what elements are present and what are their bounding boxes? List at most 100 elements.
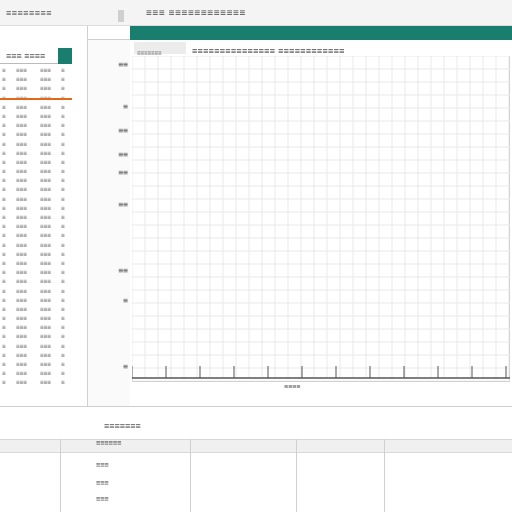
table-cell: ≡ — [2, 223, 6, 231]
table-row[interactable]: ≡≡≡≡≡≡≡≡ — [0, 176, 72, 185]
table-cell: ≡ — [2, 315, 6, 323]
table-cell: ≡ — [61, 149, 65, 157]
table-cell: ≡≡≡ — [40, 158, 51, 166]
table-cell: ≡ — [61, 351, 65, 359]
table-cell: ≡ — [61, 333, 65, 341]
table-tab-marker[interactable] — [58, 48, 72, 64]
chart-plot-area[interactable] — [132, 56, 510, 382]
table-cell: ≡≡≡ — [16, 177, 27, 185]
chart-selector[interactable]: ≡≡≡≡≡≡≡ — [134, 42, 186, 57]
table-row[interactable]: ≡≡≡≡≡≡≡≡ — [0, 185, 72, 194]
table-row[interactable]: ≡≡≡≡≡≡≡≡ — [0, 369, 72, 378]
table-row[interactable]: ≡≡≡≡≡≡≡≡ — [0, 158, 72, 167]
table-cell: ≡ — [2, 305, 6, 313]
table-cell: ≡ — [2, 259, 6, 267]
table-cell: ≡≡≡ — [40, 131, 51, 139]
table-cell: ≡≡≡ — [16, 140, 27, 148]
table-row[interactable]: ≡≡≡≡≡≡≡≡ — [0, 130, 72, 139]
table-row[interactable]: ≡≡≡≡≡≡≡≡ — [0, 342, 72, 351]
table-cell: ≡ — [61, 278, 65, 286]
details-panel: ≡≡≡≡≡≡≡ ≡≡≡≡≡≡ ≡≡≡ ≡≡≡ ≡≡≡ — [0, 406, 512, 512]
table-cell: ≡≡≡ — [16, 370, 27, 378]
table-row[interactable]: ≡≡≡≡≡≡≡≡ — [0, 84, 72, 93]
table-row[interactable]: ≡≡≡≡≡≡≡≡ — [0, 332, 72, 341]
x-axis-label: ≡≡≡≡ — [284, 384, 301, 391]
details-cell[interactable]: ≡≡≡ — [96, 495, 109, 503]
table-cell: ≡≡≡ — [16, 296, 27, 304]
table-row[interactable]: ≡≡≡≡≡≡≡≡ — [0, 103, 72, 112]
table-row[interactable]: ≡≡≡≡≡≡≡≡ — [0, 277, 72, 286]
table-cell: ≡≡≡ — [16, 259, 27, 267]
table-row[interactable]: ≡≡≡≡≡≡≡≡ — [0, 149, 72, 158]
details-cell[interactable]: ≡≡≡≡≡≡ — [96, 439, 121, 447]
table-cell: ≡≡≡ — [40, 361, 51, 368]
table-cell: ≡≡≡ — [40, 351, 51, 359]
table-cell: ≡ — [61, 140, 65, 148]
table-row[interactable]: ≡≡≡≡≡≡≡≡ — [0, 323, 72, 332]
table-row[interactable]: ≡≡≡≡≡≡≡≡ — [0, 75, 72, 84]
table-cell: ≡≡≡ — [16, 269, 27, 277]
table-row[interactable]: ≡≡≡≡≡≡≡≡ — [0, 259, 72, 268]
table-cell: ≡≡≡ — [16, 223, 27, 231]
selected-row-indicator — [0, 98, 72, 100]
table-cell: ≡ — [2, 351, 6, 359]
table-row[interactable]: ≡≡≡≡≡≡≡≡ — [0, 140, 72, 149]
table-cell: ≡≡≡ — [16, 333, 27, 341]
details-col-sep — [296, 439, 297, 512]
table-row[interactable]: ≡≡≡≡≡≡≡≡ — [0, 268, 72, 277]
table-row[interactable]: ≡≡≡≡≡≡≡≡ — [0, 213, 72, 222]
table-cell: ≡≡≡ — [40, 296, 51, 304]
table-cell: ≡ — [61, 269, 65, 277]
table-cell: ≡ — [2, 342, 6, 350]
table-cell: ≡≡≡ — [16, 287, 27, 295]
table-cell: ≡ — [61, 158, 65, 166]
table-row[interactable]: ≡≡≡≡≡≡≡≡ — [0, 121, 72, 130]
table-cell: ≡≡≡ — [16, 204, 27, 212]
table-cell: ≡≡≡ — [16, 122, 27, 130]
table-cell: ≡ — [61, 342, 65, 350]
y-tick-label: ≡ — [123, 296, 128, 305]
table-body: ≡ ≡≡≡ ≡≡≡ ≡ ≡ ≡≡≡ ≡≡≡ ≡ ≡ ≡≡≡ ≡≡≡ ≡ ≡ ≡≡≡ ≡≡≡ ≡ ≡ ≡≡≡ ≡≡≡ ≡… — [0, 66, 72, 388]
table-row[interactable]: ≡≡≡≡≡≡≡≡ — [0, 360, 72, 369]
table-cell: ≡≡≡ — [40, 278, 51, 286]
app-menu-label[interactable]: ≡≡≡≡≡≡≡≡ — [6, 8, 52, 18]
table-cell: ≡ — [2, 168, 6, 176]
table-row[interactable]: ≡≡≡≡≡≡≡≡ — [0, 305, 72, 314]
table-cell: ≡ — [61, 296, 65, 304]
table-cell: ≡ — [2, 278, 6, 286]
window-title: ≡≡≡ ≡≡≡≡≡≡≡≡≡≡≡≡ — [146, 8, 246, 19]
table-cell: ≡ — [61, 195, 65, 203]
table-cell: ≡≡≡ — [40, 149, 51, 157]
table-cell: ≡≡≡ — [40, 333, 51, 341]
table-cell: ≡≡≡ — [16, 195, 27, 203]
details-cell[interactable]: ≡≡≡ — [96, 461, 109, 469]
table-row[interactable]: ≡≡≡≡≡≡≡≡ — [0, 231, 72, 240]
table-cell: ≡ — [61, 103, 65, 111]
table-row[interactable]: ≡≡≡≡≡≡≡≡ — [0, 250, 72, 259]
table-row[interactable]: ≡≡≡≡≡≡≡≡ — [0, 204, 72, 213]
table-row[interactable]: ≡≡≡≡≡≡≡≡ — [0, 287, 72, 296]
table-cell: ≡≡≡ — [40, 269, 51, 277]
table-cell: ≡≡≡ — [16, 158, 27, 166]
details-cell[interactable]: ≡≡≡ — [96, 479, 109, 487]
plot-background — [132, 56, 510, 382]
table-row[interactable]: ≡≡≡≡≡≡≡≡ — [0, 167, 72, 176]
table-row[interactable]: ≡≡≡≡≡≡≡≡ — [0, 241, 72, 250]
y-tick-label: ≡≡ — [118, 200, 128, 209]
table-row[interactable]: ≡≡≡≡≡≡≡≡ — [0, 195, 72, 204]
table-cell: ≡≡≡ — [40, 370, 51, 378]
table-cell: ≡≡≡ — [40, 67, 51, 74]
table-cell: ≡ — [61, 168, 65, 176]
table-cell: ≡≡≡ — [40, 315, 51, 323]
table-row[interactable]: ≡≡≡≡≡≡≡≡ — [0, 222, 72, 231]
table-cell: ≡ — [2, 195, 6, 203]
table-row[interactable]: ≡≡≡≡≡≡≡≡ — [0, 351, 72, 360]
table-cell: ≡ — [61, 241, 65, 249]
table-cell: ≡ — [2, 250, 6, 258]
table-row[interactable]: ≡≡≡≡≡≡≡≡ — [0, 314, 72, 323]
table-row[interactable]: ≡≡≡≡≡≡≡≡ — [0, 296, 72, 305]
table-row[interactable]: ≡≡≡≡≡≡≡≡ — [0, 112, 72, 121]
table-row[interactable]: ≡≡≡≡≡≡≡≡ — [0, 378, 72, 387]
table-cell: ≡ — [2, 67, 6, 74]
table-row[interactable]: ≡≡≡≡≡≡≡≡ — [0, 66, 72, 75]
